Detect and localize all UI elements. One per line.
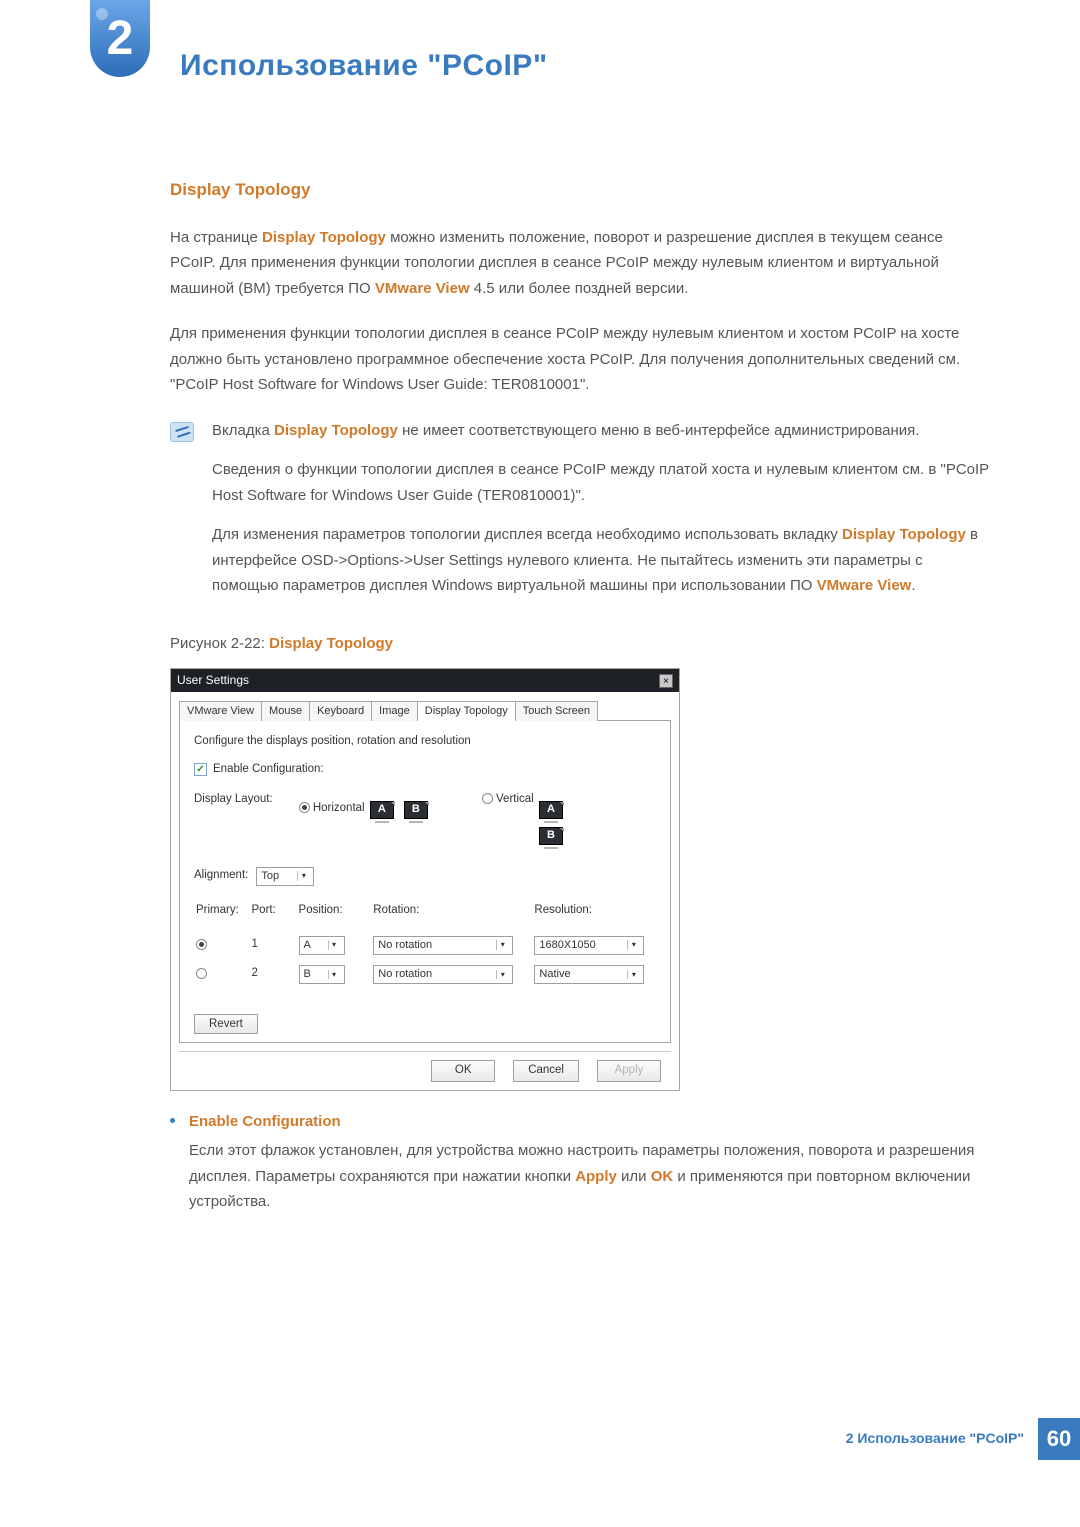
text: Рисунок 2-22: <box>170 635 269 652</box>
monitor-a-icon: A <box>539 801 563 819</box>
monitor-b-icon: B <box>539 827 563 845</box>
monitor-a-icon: A <box>370 801 394 819</box>
bullet-title: Enable Configuration <box>189 1109 990 1135</box>
position-select-1[interactable]: A▾ <box>299 936 345 955</box>
table-row: 2 B▾ No rotation▾ Native▾ <box>196 961 654 988</box>
rotation-value: No rotation <box>378 939 432 952</box>
revert-button[interactable]: Revert <box>194 1014 258 1034</box>
tab-vmware-view[interactable]: VMware View <box>179 701 262 721</box>
chevron-down-icon: ▾ <box>328 970 340 980</box>
monitor-b-icon: B <box>404 801 428 819</box>
radio-horizontal-label: Horizontal <box>313 802 365 814</box>
page-footer: 2 Использование "PCoIP" 60 <box>0 1418 1080 1460</box>
bold-term: Display Topology <box>269 635 393 652</box>
text: 4.5 или более поздней версии. <box>470 280 689 297</box>
chevron-down-icon: ▾ <box>627 940 639 950</box>
port-value: 2 <box>252 961 297 988</box>
bold-term: Display Topology <box>262 229 386 246</box>
position-select-2[interactable]: B▾ <box>299 965 345 984</box>
position-value: B <box>304 968 311 981</box>
resolution-select-2[interactable]: Native ▾ <box>534 965 644 984</box>
resolution-value: Native <box>539 968 570 981</box>
window-title: User Settings <box>177 673 249 687</box>
section-heading: Display Topology <box>170 176 990 205</box>
display-table: Primary: Port: Position: Rotation: Resol… <box>194 902 656 990</box>
instruction-text: Configure the displays position, rotatio… <box>194 735 656 749</box>
primary-radio-1[interactable] <box>196 939 207 950</box>
rotation-select-1[interactable]: No rotation ▾ <box>373 936 513 955</box>
text: Вкладка <box>212 422 274 439</box>
paragraph-2: Для применения функции топологии дисплея… <box>170 321 990 398</box>
chapter-header: 2 Использование "PCoIP" <box>90 20 990 91</box>
tab-mouse[interactable]: Mouse <box>261 701 310 721</box>
tab-row: VMware View Mouse Keyboard Image Display… <box>171 692 679 720</box>
text: не имеет соответствующего меню в веб-инт… <box>398 422 920 439</box>
note-paragraph-1: Вкладка Display Topology не имеет соотве… <box>212 418 990 444</box>
text: . <box>911 577 915 594</box>
ok-button[interactable]: OK <box>431 1060 495 1082</box>
col-rotation: Rotation: <box>373 904 532 930</box>
resolution-value: 1680X1050 <box>539 939 595 952</box>
alignment-select[interactable]: Top ▾ <box>256 867 314 886</box>
col-resolution: Resolution: <box>534 904 654 930</box>
rotation-value: No rotation <box>378 968 432 981</box>
alignment-value: Top <box>261 870 279 883</box>
tab-touch-screen[interactable]: Touch Screen <box>515 701 598 721</box>
footer-chapter-ref: 2 Использование "PCoIP" <box>846 1427 1038 1451</box>
col-port: Port: <box>252 904 297 930</box>
chevron-down-icon: ▾ <box>328 940 340 950</box>
chevron-down-icon: ▾ <box>297 871 309 881</box>
radio-vertical-label: Vertical <box>496 793 534 805</box>
text: или <box>617 1168 651 1185</box>
chapter-title: Использование "PCoIP" <box>180 20 548 91</box>
tab-image[interactable]: Image <box>371 701 418 721</box>
tab-keyboard[interactable]: Keyboard <box>309 701 372 721</box>
note-paragraph-2: Сведения о функции топологии дисплея в с… <box>212 457 990 508</box>
primary-radio-2[interactable] <box>196 968 207 979</box>
bold-term: VMware View <box>375 280 470 297</box>
note-paragraph-3: Для изменения параметров топологии диспл… <box>212 522 990 599</box>
bullet-body: Если этот флажок установлен, для устройс… <box>189 1138 990 1215</box>
chevron-down-icon: ▾ <box>627 970 639 980</box>
chevron-down-icon: ▾ <box>496 970 508 980</box>
display-layout-label: Display Layout: <box>194 793 273 807</box>
paragraph-1: На странице Display Topology можно измен… <box>170 225 990 302</box>
close-icon[interactable]: × <box>659 674 673 688</box>
window-titlebar: User Settings × <box>171 669 679 691</box>
text: На странице <box>170 229 262 246</box>
radio-vertical[interactable] <box>482 793 493 804</box>
enable-configuration-checkbox[interactable]: ✓ <box>194 763 207 776</box>
user-settings-window: User Settings × VMware View Mouse Keyboa… <box>170 668 680 1090</box>
bold-term: Display Topology <box>274 422 398 439</box>
note-icon <box>170 422 194 442</box>
col-primary: Primary: <box>196 904 250 930</box>
bold-term: OK <box>651 1168 674 1185</box>
rotation-select-2[interactable]: No rotation ▾ <box>373 965 513 984</box>
bold-term: Display Topology <box>842 526 966 543</box>
text: Для изменения параметров топологии диспл… <box>212 526 842 543</box>
port-value: 1 <box>252 932 297 959</box>
chevron-down-icon: ▾ <box>496 940 508 950</box>
apply-button[interactable]: Apply <box>597 1060 661 1082</box>
table-row: 1 A▾ No rotation▾ 1680X1050▾ <box>196 932 654 959</box>
position-value: A <box>304 939 311 952</box>
tab-display-topology[interactable]: Display Topology <box>417 701 516 721</box>
bold-term: Apply <box>575 1168 617 1185</box>
figure-caption: Рисунок 2-22: Display Topology <box>170 631 990 657</box>
alignment-label: Alignment: <box>194 869 248 883</box>
bullet-icon <box>170 1118 175 1123</box>
enable-configuration-label: Enable Configuration: <box>213 763 324 777</box>
chapter-number-badge: 2 <box>90 0 150 77</box>
resolution-select-1[interactable]: 1680X1050 ▾ <box>534 936 644 955</box>
radio-horizontal[interactable] <box>299 802 310 813</box>
page-number-badge: 60 <box>1038 1418 1080 1460</box>
col-position: Position: <box>299 904 372 930</box>
bold-term: VMware View <box>817 577 912 594</box>
cancel-button[interactable]: Cancel <box>513 1060 579 1082</box>
